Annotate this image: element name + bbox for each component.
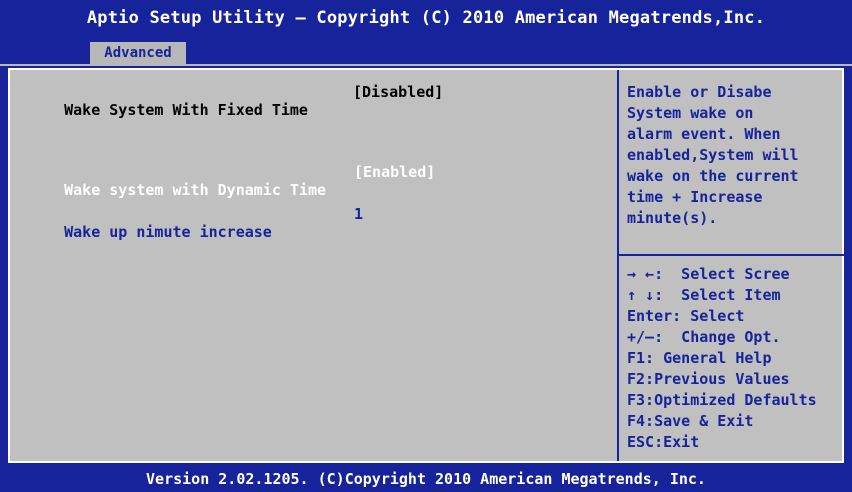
tab-underline	[0, 64, 852, 66]
panel-divider-horizontal	[619, 254, 844, 256]
version-text: Version 2.02.1205. (C)Copyright 2010 Ame…	[146, 470, 706, 488]
key-hint: Enter: Select	[627, 307, 745, 325]
help-line: minute(s).	[627, 209, 718, 227]
help-line: System wake on	[627, 104, 754, 122]
setting-value[interactable]: 1	[354, 205, 363, 223]
key-hint: F2:Previous Values	[627, 370, 790, 388]
help-line: enabled,System will	[627, 146, 799, 164]
setting-label: Wake System With Fixed Time	[64, 101, 308, 119]
key-hint: F3:Optimized Defaults	[627, 391, 817, 409]
key-hint: F4:Save & Exit	[627, 412, 754, 430]
setting-wake-minute-increase[interactable]: Wake up nimute increase 1	[28, 205, 363, 277]
setting-label: Wake system with Dynamic Time	[64, 181, 327, 199]
help-line: Enable or Disabe	[627, 83, 772, 101]
setting-value: [Enabled]	[354, 163, 436, 181]
key-hint: +/–: Change Opt.	[627, 328, 781, 346]
key-hint: → ←: Select Scree	[627, 265, 790, 283]
footer-bar: Version 2.02.1205. (C)Copyright 2010 Ame…	[0, 465, 852, 492]
key-legend: → ←: Select Scree ↑ ↓: Select Item Enter…	[627, 264, 842, 453]
setting-value[interactable]: [Disabled]	[353, 83, 443, 101]
panel-divider-vertical	[617, 70, 619, 461]
key-hint: ↑ ↓: Select Item	[627, 286, 781, 304]
main-panel: Wake System With Fixed Time [Disabled] W…	[8, 68, 844, 463]
window-title: Aptio Setup Utility – Copyright (C) 2010…	[86, 8, 766, 28]
tab-advanced[interactable]: Advanced	[90, 42, 186, 64]
title-bar: Aptio Setup Utility – Copyright (C) 2010…	[0, 0, 852, 40]
help-line: alarm event. When	[627, 125, 781, 143]
key-hint: ESC:Exit	[627, 433, 700, 451]
help-text: Enable or Disabe System wake on alarm ev…	[627, 82, 842, 229]
help-line: time + Increase	[627, 188, 763, 206]
key-hint: F1: General Help	[627, 349, 772, 367]
setting-wake-fixed-time[interactable]: Wake System With Fixed Time [Disabled]	[28, 83, 443, 155]
help-line: wake on the current	[627, 167, 799, 185]
setting-label: Wake up nimute increase	[64, 223, 272, 241]
